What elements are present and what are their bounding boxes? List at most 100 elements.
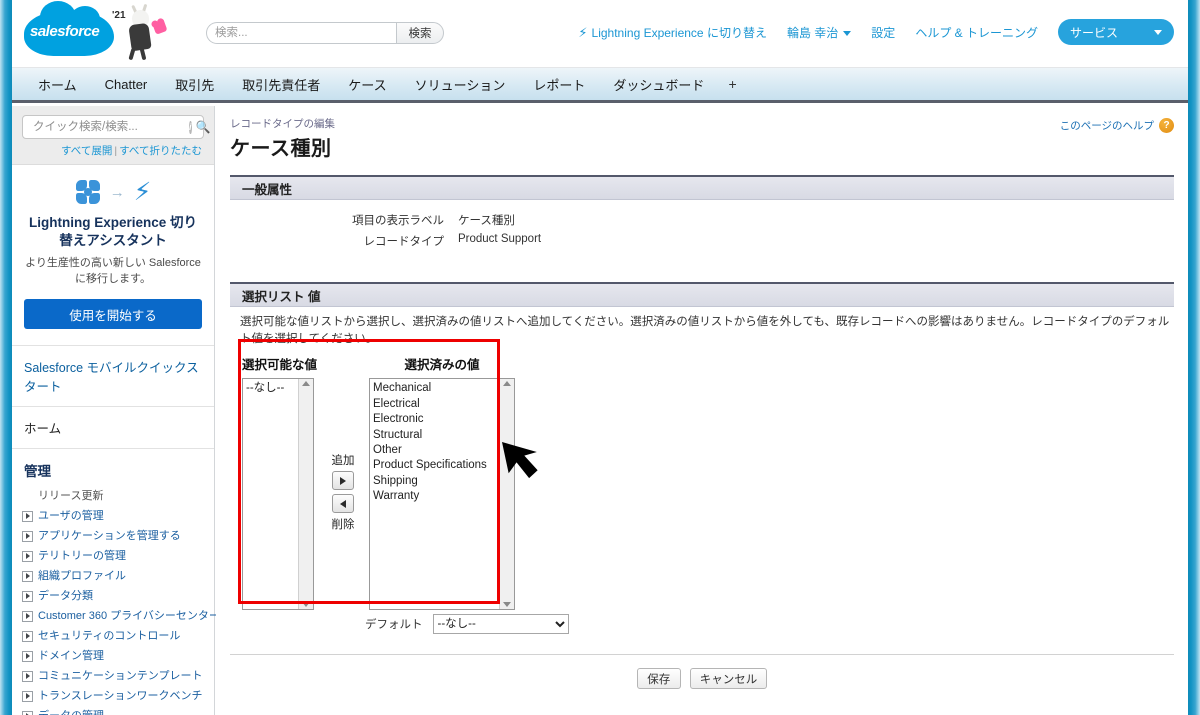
attribute-value: ケース種別 [458,215,515,227]
transfer-controls: 追加 削除 [317,376,369,608]
tab-dashboards[interactable]: ダッシュボード [599,75,718,94]
expand-triangle-icon[interactable] [22,710,33,715]
sidebar-item-domain-management[interactable]: ドメイン管理 [12,646,214,666]
sidebar-item-label: データの管理 [38,708,104,715]
sidebar-item-label: リリース更新 [38,490,104,503]
save-button[interactable]: 保存 [636,668,681,690]
list-item[interactable]: Shipping [373,474,496,489]
list-item[interactable]: Product Specifications [373,458,496,473]
picklist-description: 選択可能な値リストから選択し、選択済みの値リストへ追加してください。選択済みの値… [240,316,1170,345]
sidebar-item-label: Customer 360 プライバシーセンター [38,610,220,623]
quick-find-area: i 🔍 すべて展開|すべて折りたたむ [12,106,214,165]
sidebar-item-privacy-center[interactable]: Customer 360 プライバシーセンター [12,606,220,626]
quick-find-input[interactable] [31,120,189,134]
list-item[interactable]: Other [373,443,496,458]
expand-triangle-icon[interactable] [22,690,33,702]
sidebar-item-label: トランスレーションワークベンチ [38,690,203,703]
arrow-right-icon: → [109,183,125,201]
sidebar-item-mobile-quickstart[interactable]: Salesforce モバイルクイックスタート [12,346,214,408]
sidebar-item-data-classification[interactable]: データ分類 [12,586,214,606]
list-item[interactable]: Structural [373,428,496,443]
expand-triangle-icon[interactable] [22,510,33,522]
list-item[interactable]: Electronic [373,412,496,427]
app-switcher[interactable]: サービス [1058,19,1174,45]
selected-values-scrollbar[interactable] [499,379,515,610]
expand-triangle-icon[interactable] [22,530,33,542]
user-menu[interactable]: 輪島 幸治 [787,24,852,41]
attribute-row: 項目の表示ラベル ケース種別 [230,212,1174,228]
sidebar-item-manage-apps[interactable]: アプリケーションを管理する [12,526,214,546]
scroll-down-icon[interactable] [503,602,512,608]
switch-to-lightning-link[interactable]: ⚡ Lightning Experience に切り替え [578,24,767,41]
scroll-down-icon[interactable] [302,602,310,608]
sidebar-item-translation-workbench[interactable]: トランスレーションワークベンチ [12,686,214,706]
scroll-up-icon[interactable] [503,381,512,387]
list-item[interactable]: Mechanical [373,381,496,396]
global-header: salesforce '21 検索 ⚡Lightning Experience … [12,0,1188,68]
help-training-link[interactable]: ヘルプ & トレーニング [915,24,1038,41]
help-question-icon: ? [1159,118,1174,133]
remove-label: 削除 [331,519,355,532]
tab-cases[interactable]: ケース [334,75,400,94]
default-value-select[interactable]: --なし-- [432,614,569,635]
expand-triangle-icon[interactable] [22,610,33,622]
selected-values-items: Mechanical Electrical Electronic Structu… [370,379,499,609]
expand-triangle-icon[interactable] [22,590,33,602]
sidebar-item-label: 組織プロファイル [38,570,126,583]
list-item[interactable]: Warranty [373,489,496,504]
sidebar-item-label: セキュリティのコントロール [38,630,181,643]
tab-chatter[interactable]: Chatter [91,77,162,92]
tab-contacts[interactable]: 取引先責任者 [228,75,334,94]
available-values-scrollbar[interactable] [298,379,313,610]
help-link-label: このページのヘルプ [1059,120,1154,132]
collapse-all-link[interactable]: すべて折りたたむ [119,145,202,157]
sidebar-item-communication-templates[interactable]: コミュニケーションテンプレート [12,666,214,686]
expand-triangle-icon[interactable] [22,550,33,562]
get-started-button[interactable]: 使用を開始する [24,299,202,330]
help-for-this-page-link[interactable]: このページのヘルプ ? [1060,118,1174,133]
bolt-icon: ⚡ [578,24,588,40]
list-item[interactable]: Electrical [373,397,496,412]
remove-button[interactable] [332,494,355,514]
tab-home[interactable]: ホーム [24,75,91,94]
tab-solutions[interactable]: ソリューション [401,75,520,94]
search-icon[interactable]: 🔍 [196,119,211,135]
list-item[interactable]: --なし-- [246,381,295,396]
scroll-up-icon[interactable] [302,381,310,387]
tab-reports[interactable]: レポート [519,75,599,94]
setup-link[interactable]: 設定 [871,24,895,41]
sidebar-item-home[interactable]: ホーム [12,407,214,450]
salesforce-logo[interactable]: salesforce '21 [20,1,180,64]
quick-find-box: i 🔍 [22,115,210,139]
info-icon[interactable]: i [189,120,192,134]
sidebar-item-company-profile[interactable]: 組織プロファイル [12,566,214,586]
expand-triangle-icon[interactable] [22,570,33,582]
sidebar-item-manage-users[interactable]: ユーザの管理 [12,506,214,526]
add-label: 追加 [331,455,355,468]
lightning-bolt-icon: ⚡ [133,177,152,206]
add-button[interactable] [332,471,355,491]
picklist-section-header: 選択リスト 値 [230,284,1174,307]
page-root: salesforce '21 検索 ⚡Lightning Experience … [0,0,1200,715]
sidebar-item-release-updates[interactable]: リリース更新 [12,486,214,506]
dual-listbox: 選択可能な値 --なし-- 追加 削除 選択済みの値 Mechanical El… [230,354,1174,611]
tab-all-tabs-plus[interactable]: + [718,76,746,92]
chevron-down-icon [843,30,852,36]
available-values-listbox[interactable]: --なし-- [242,378,314,611]
selected-values-listbox[interactable]: Mechanical Electrical Electronic Structu… [369,378,516,611]
sidebar-item-data-management[interactable]: データの管理 [12,706,214,715]
expand-all-link[interactable]: すべて展開 [61,145,112,157]
global-search-input[interactable] [206,22,396,44]
global-search-button[interactable]: 検索 [396,22,444,44]
sidebar-item-security-controls[interactable]: セキュリティのコントロール [12,626,214,646]
sidebar-item-manage-territories[interactable]: テリトリーの管理 [12,546,214,566]
cancel-button[interactable]: キャンセル [689,668,768,690]
expand-triangle-icon[interactable] [22,650,33,662]
switch-to-lightning-label: Lightning Experience に切り替え [591,25,767,40]
attribute-label: 項目の表示ラベル [352,215,444,227]
tab-accounts[interactable]: 取引先 [161,75,228,94]
expand-triangle-icon[interactable] [22,630,33,642]
available-values-items: --なし-- [243,379,298,609]
expand-triangle-icon[interactable] [22,670,33,682]
expand-collapse-links: すべて展開 | すべて折りたたむ [61,145,202,157]
